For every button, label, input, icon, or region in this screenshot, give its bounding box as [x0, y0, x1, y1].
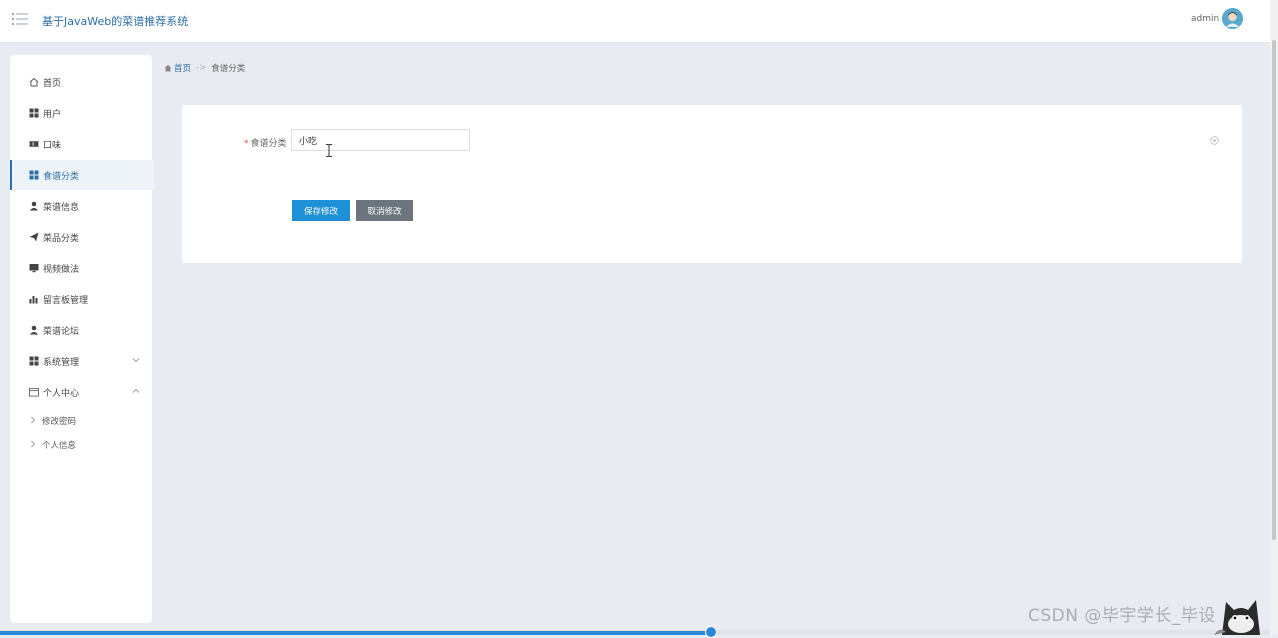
sidebar-item-personal-center[interactable]: 个人中心	[10, 377, 152, 407]
app-title: 基于JavaWeb的菜谱推荐系统	[42, 15, 189, 28]
calendar-icon	[29, 387, 39, 397]
progress-fill	[0, 631, 712, 635]
monitor-icon	[29, 263, 39, 273]
breadcrumb-home[interactable]: 首页	[164, 62, 191, 74]
ticket-icon	[29, 139, 39, 149]
scrollbar-thumb[interactable]	[1272, 40, 1276, 540]
username[interactable]: admin	[1191, 14, 1219, 24]
breadcrumb: 首页 -> 食谱分类	[164, 62, 245, 74]
chevron-right-icon	[30, 416, 38, 427]
save-button[interactable]: 保存修改	[292, 200, 350, 221]
watermark: CSDN @毕宇学长_毕设	[1028, 606, 1216, 626]
user-icon	[29, 201, 39, 211]
sidebar-item-system-management[interactable]: 系统管理	[10, 346, 152, 376]
sidebar: 首页 用户 口味 食谱分类 菜谱信息 菜品分类 视频做法 留言板管理 菜谱论坛 …	[10, 55, 154, 623]
chevron-right-icon	[30, 440, 38, 451]
chevron-up-icon	[132, 388, 140, 393]
top-bar: 基于JavaWeb的菜谱推荐系统 admin	[0, 0, 1270, 43]
sidebar-subitem-change-password[interactable]: 修改密码	[10, 410, 152, 432]
form-card: *食谱分类 保存修改 取消修改	[182, 105, 1242, 263]
grid-icon	[29, 356, 39, 366]
progress-knob[interactable]	[705, 626, 718, 638]
sidebar-item-taste[interactable]: 口味	[10, 129, 152, 159]
sidebar-item-label: 菜品分类	[43, 233, 80, 244]
page-scrollbar[interactable]	[1270, 0, 1278, 635]
sidebar-item-users[interactable]: 用户	[10, 98, 152, 128]
field-label: * 食谱分类	[244, 136, 287, 149]
clear-icon[interactable]	[1210, 136, 1219, 145]
sidebar-item-recipe-info[interactable]: 菜谱信息	[10, 191, 152, 221]
sidebar-item-label: 视频做法	[43, 264, 80, 275]
sidebar-item-recipe-category[interactable]: 食谱分类	[10, 160, 154, 190]
sidebar-item-label: 首页	[43, 78, 62, 89]
send-icon	[29, 232, 39, 242]
avatar-icon	[1222, 8, 1243, 29]
sidebar-item-home[interactable]: 首页	[10, 67, 152, 97]
sidebar-item-forum[interactable]: 菜谱论坛	[10, 315, 152, 345]
sidebar-item-label: 系统管理	[43, 357, 80, 368]
sidebar-item-label: 食谱分类	[43, 171, 80, 182]
breadcrumb-home-label: 首页	[174, 64, 192, 74]
chevron-down-icon	[132, 358, 140, 363]
cancel-button[interactable]: 取消修改	[356, 200, 413, 221]
sidebar-item-message-board[interactable]: 留言板管理	[10, 284, 152, 314]
breadcrumb-current: 食谱分类	[211, 64, 246, 74]
avatar[interactable]	[1222, 8, 1243, 29]
sidebar-item-label: 个人中心	[43, 388, 80, 399]
grid-icon	[29, 170, 39, 180]
sidebar-item-label: 菜谱论坛	[43, 326, 80, 337]
sidebar-subitem-personal-info[interactable]: 个人信息	[10, 434, 152, 456]
sidebar-subitem-label: 个人信息	[42, 441, 77, 451]
page-progress-bar[interactable]	[0, 626, 1270, 638]
user-icon	[29, 325, 39, 335]
sidebar-item-label: 用户	[43, 109, 62, 120]
grid-icon	[29, 108, 39, 118]
breadcrumb-separator: ->	[196, 63, 207, 73]
text-cursor-icon	[326, 144, 332, 157]
field-label-text: 食谱分类	[250, 139, 287, 149]
bar-chart-icon	[29, 294, 39, 304]
home-icon	[29, 77, 39, 87]
sidebar-item-label: 留言板管理	[43, 295, 89, 306]
mascot-cat-icon	[1214, 600, 1260, 635]
sidebar-item-label: 菜谱信息	[43, 202, 80, 213]
recipe-category-input[interactable]	[291, 129, 470, 151]
sidebar-item-video[interactable]: 视频做法	[10, 253, 152, 283]
sidebar-item-label: 口味	[43, 140, 62, 151]
menu-toggle-icon[interactable]	[12, 12, 28, 26]
sidebar-subitem-label: 修改密码	[42, 417, 77, 427]
home-icon	[164, 65, 172, 72]
sidebar-item-dish-category[interactable]: 菜品分类	[10, 222, 152, 252]
required-mark: *	[244, 139, 249, 149]
